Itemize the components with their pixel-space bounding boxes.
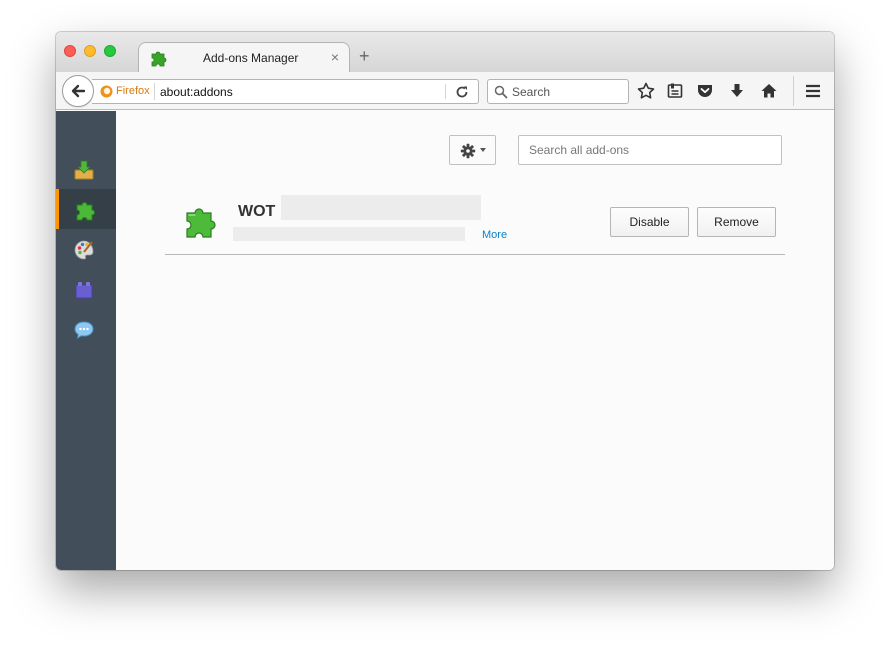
disable-button[interactable]: Disable — [610, 207, 689, 237]
new-tab-button[interactable]: + — [359, 47, 370, 65]
addon-list-item[interactable]: WOT More Disable Remove — [165, 191, 785, 255]
tab-title: Add-ons Manager — [203, 51, 299, 65]
tab-strip: Add-ons Manager × + — [56, 32, 834, 73]
puzzle-piece-icon — [186, 208, 216, 238]
palette-icon — [74, 240, 94, 260]
firefox-logo-icon — [100, 85, 113, 98]
category-extensions[interactable] — [56, 189, 116, 229]
toolbar-divider — [793, 76, 794, 106]
download-box-icon — [74, 160, 94, 180]
reading-list-icon[interactable] — [666, 82, 684, 100]
close-tab-icon[interactable]: × — [331, 49, 339, 65]
gear-icon — [460, 143, 476, 159]
back-arrow-icon — [71, 84, 86, 98]
zoom-window-button[interactable] — [104, 45, 116, 57]
category-plugins[interactable] — [56, 269, 116, 309]
puzzle-piece-icon — [76, 202, 95, 221]
search-icon — [494, 85, 508, 99]
bookmark-star-icon[interactable] — [637, 82, 655, 100]
addon-more-link[interactable]: More — [482, 229, 507, 241]
puzzle-piece-icon — [151, 51, 167, 67]
menu-icon[interactable] — [804, 82, 822, 100]
chevron-down-icon — [480, 148, 486, 152]
pocket-icon[interactable] — [696, 82, 714, 100]
close-window-button[interactable] — [64, 45, 76, 57]
web-search-input[interactable] — [512, 83, 624, 101]
tab-addons-manager[interactable]: Add-ons Manager × — [138, 42, 350, 73]
home-icon[interactable] — [760, 82, 778, 100]
search-addons-input[interactable] — [518, 135, 782, 165]
navigation-toolbar: Firefox about:addons — [56, 72, 834, 110]
url-text[interactable]: about:addons — [160, 85, 233, 99]
speech-bubble-icon — [74, 321, 94, 339]
remove-button[interactable]: Remove — [697, 207, 776, 237]
category-services[interactable] — [56, 309, 116, 349]
url-divider — [445, 84, 446, 99]
addons-content: WOT More Disable Remove — [116, 111, 834, 570]
redacted-description — [233, 227, 465, 241]
brick-icon — [75, 282, 93, 299]
url-divider — [154, 83, 155, 100]
web-search-box[interactable] — [487, 79, 629, 104]
addon-name: WOT — [238, 203, 276, 220]
category-appearance[interactable] — [56, 229, 116, 269]
tools-menu-button[interactable] — [449, 135, 496, 165]
url-bar[interactable]: Firefox about:addons — [92, 79, 479, 104]
reload-icon[interactable] — [454, 84, 470, 100]
downloads-icon[interactable] — [728, 82, 746, 100]
browser-window: Add-ons Manager × + Firefox about:addons — [56, 32, 834, 570]
category-get-addons[interactable] — [56, 149, 116, 189]
identity-label[interactable]: Firefox — [116, 85, 150, 97]
redacted-version — [281, 195, 481, 220]
minimize-window-button[interactable] — [84, 45, 96, 57]
back-button[interactable] — [62, 75, 94, 107]
category-sidebar — [56, 111, 116, 570]
